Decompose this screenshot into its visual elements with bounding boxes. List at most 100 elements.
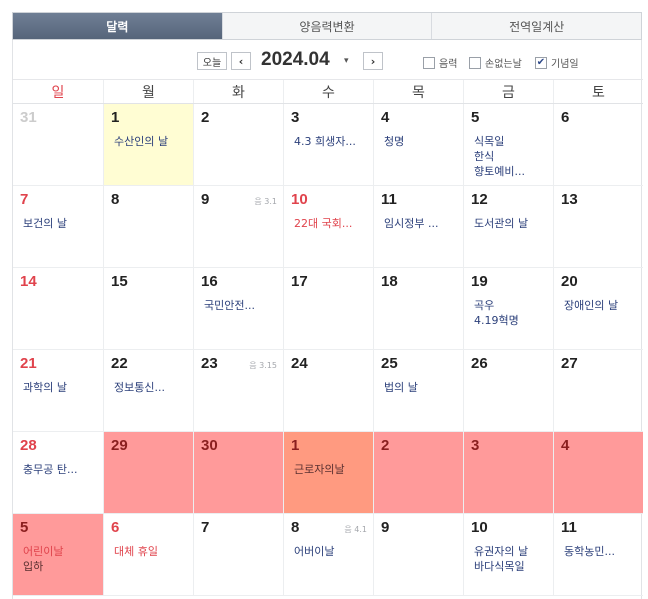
day-number: 24 <box>291 355 308 372</box>
event-item[interactable]: 동학농민... <box>564 544 639 559</box>
event-item[interactable]: 한식 <box>474 149 549 164</box>
event-item[interactable]: 4.3 희생자... <box>294 134 369 149</box>
day-cell[interactable]: 7 <box>193 514 283 596</box>
day-cell[interactable]: 24 <box>283 350 373 432</box>
day-cell[interactable]: 2 <box>373 432 463 514</box>
day-number: 12 <box>471 191 488 208</box>
chevron-right-icon[interactable]: › <box>363 52 383 70</box>
checkbox-box[interactable] <box>469 56 481 69</box>
tab-lunar-converter[interactable]: 양음력변환 <box>221 13 432 39</box>
day-cell[interactable]: 4 청명 <box>373 104 463 186</box>
event-item[interactable]: 과학의 날 <box>23 380 99 395</box>
day-cell[interactable]: 25 법의 날 <box>373 350 463 432</box>
day-cell[interactable]: 6 대체 휴일 <box>103 514 193 596</box>
day-cell[interactable]: 13 <box>553 186 643 268</box>
day-cell[interactable]: 11 임시정부 ... <box>373 186 463 268</box>
event-item[interactable]: 바다식목일 <box>474 559 549 574</box>
memorial-day-checkbox[interactable]: ✔ 기념일 <box>535 55 579 70</box>
day-cell[interactable]: 4 <box>553 432 643 514</box>
event-item[interactable]: 22대 국회... <box>294 216 369 231</box>
event-item[interactable]: 수산인의 날 <box>114 134 189 149</box>
event-item[interactable]: 법의 날 <box>384 380 459 395</box>
day-cell[interactable]: 23 음 3.15 <box>193 350 283 432</box>
day-cell[interactable]: 2 <box>193 104 283 186</box>
event-item[interactable]: 향토예비... <box>474 164 549 179</box>
event-list: 과학의 날 <box>23 380 99 395</box>
event-item[interactable]: 식목일 <box>474 134 549 149</box>
event-item[interactable]: 근로자의날 <box>294 462 369 477</box>
event-item[interactable]: 국민안전... <box>204 298 279 313</box>
event-item[interactable]: 충무공 탄... <box>23 462 99 477</box>
day-cell[interactable]: 9 음 3.1 <box>193 186 283 268</box>
event-item[interactable]: 정보통신... <box>114 380 189 395</box>
day-cell[interactable]: 14 <box>13 268 103 350</box>
day-cell[interactable]: 30 <box>193 432 283 514</box>
checkbox-box[interactable] <box>423 56 435 69</box>
day-cell[interactable]: 6 <box>553 104 643 186</box>
day-cell[interactable]: 22 정보통신... <box>103 350 193 432</box>
checkbox-label: 음력 <box>439 59 458 70</box>
event-item[interactable]: 입하 <box>23 559 99 574</box>
day-cell[interactable]: 20 장애인의 날 <box>553 268 643 350</box>
today-button[interactable]: 오늘 <box>197 52 227 70</box>
event-list: 어버이날 <box>294 544 369 559</box>
event-item[interactable]: 장애인의 날 <box>564 298 639 313</box>
day-number: 14 <box>20 273 37 290</box>
calendar-grid: 31 1 수산인의 날 2 3 4.3 희생자... 4 청명 5 식목일 한식 향토예비... 6 7 보… <box>13 104 643 596</box>
event-item[interactable]: 보건의 날 <box>23 216 99 231</box>
day-cell[interactable]: 5 식목일 한식 향토예비... <box>463 104 553 186</box>
day-cell[interactable]: 19 곡우 4.19혁명 <box>463 268 553 350</box>
weekday-sat: 토 <box>553 80 643 103</box>
event-item[interactable]: 도서관의 날 <box>474 216 549 231</box>
day-cell[interactable]: 10 유권자의 날 바다식목일 <box>463 514 553 596</box>
day-cell[interactable]: 29 <box>103 432 193 514</box>
day-cell[interactable]: 28 충무공 탄... <box>13 432 103 514</box>
event-item[interactable]: 임시정부 ... <box>384 216 459 231</box>
weekday-mon: 월 <box>103 80 193 103</box>
tab-calendar[interactable]: 달력 <box>13 13 222 39</box>
day-cell[interactable]: 11 동학농민... <box>553 514 643 596</box>
day-number: 15 <box>111 273 128 290</box>
weekday-wed: 수 <box>283 80 373 103</box>
event-item[interactable]: 대체 휴일 <box>114 544 189 559</box>
event-list: 도서관의 날 <box>474 216 549 231</box>
event-item[interactable]: 청명 <box>384 134 459 149</box>
no-evil-day-checkbox[interactable]: 손없는날 <box>469 55 522 70</box>
weekday-sun: 일 <box>51 84 65 101</box>
day-cell[interactable]: 8 <box>103 186 193 268</box>
month-title[interactable]: 2024.04 <box>261 49 330 71</box>
event-item[interactable]: 어린이날 <box>23 544 99 559</box>
day-cell[interactable]: 12 도서관의 날 <box>463 186 553 268</box>
lunar-checkbox[interactable]: 음력 <box>423 55 457 70</box>
day-cell[interactable]: 3 4.3 희생자... <box>283 104 373 186</box>
check-icon[interactable]: ✔ <box>535 56 547 69</box>
day-cell[interactable]: 16 국민안전... <box>193 268 283 350</box>
day-cell[interactable]: 21 과학의 날 <box>13 350 103 432</box>
day-cell[interactable]: 5 어린이날 입하 <box>13 514 103 596</box>
day-cell[interactable]: 3 <box>463 432 553 514</box>
day-number: 31 <box>20 109 37 126</box>
event-item[interactable]: 4.19혁명 <box>474 313 549 328</box>
lunar-date: 음 3.1 <box>254 197 277 206</box>
tab-discharge-calculator[interactable]: 전역일계산 <box>431 13 642 39</box>
day-cell[interactable]: 31 <box>13 104 103 186</box>
day-cell[interactable]: 26 <box>463 350 553 432</box>
day-cell[interactable]: 8 음 4.1 어버이날 <box>283 514 373 596</box>
caret-down-icon[interactable]: ▾ <box>344 56 349 66</box>
day-cell[interactable]: 7 보건의 날 <box>13 186 103 268</box>
day-number: 28 <box>20 437 37 454</box>
day-cell[interactable]: 27 <box>553 350 643 432</box>
event-item[interactable]: 곡우 <box>474 298 549 313</box>
day-cell[interactable]: 1 수산인의 날 <box>103 104 193 186</box>
day-cell[interactable]: 17 <box>283 268 373 350</box>
event-item[interactable]: 어버이날 <box>294 544 369 559</box>
day-cell[interactable]: 1 근로자의날 <box>283 432 373 514</box>
event-item[interactable]: 유권자의 날 <box>474 544 549 559</box>
day-cell[interactable]: 15 <box>103 268 193 350</box>
day-cell[interactable]: 18 <box>373 268 463 350</box>
chevron-left-icon[interactable]: ‹ <box>231 52 251 70</box>
day-number: 2 <box>381 437 390 454</box>
day-cell[interactable]: 10 22대 국회... <box>283 186 373 268</box>
day-number: 6 <box>111 519 120 536</box>
day-cell[interactable]: 9 <box>373 514 463 596</box>
